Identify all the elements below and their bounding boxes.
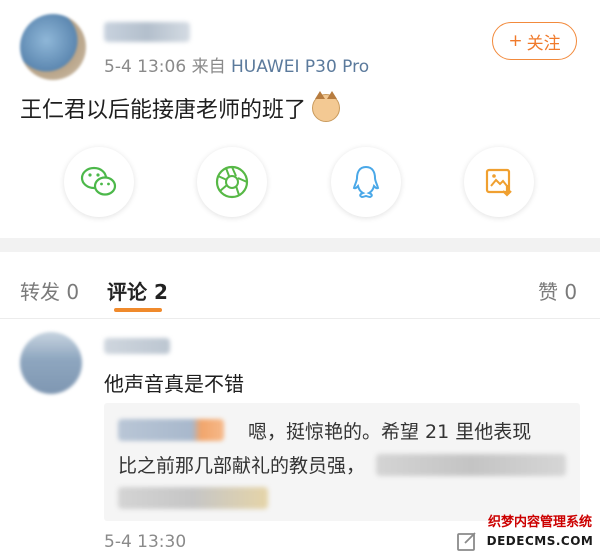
reply-text-blurred-2	[118, 487, 268, 509]
commenter-name-blurred[interactable]	[104, 338, 170, 354]
cat-emoji-icon	[312, 91, 341, 122]
active-tab-indicator	[114, 308, 162, 312]
watermark-line1: 织梦内容管理系统	[487, 515, 592, 530]
tab-repost-count: 0	[66, 280, 80, 304]
tab-comments-count: 2	[153, 280, 168, 304]
share-qq-button[interactable]	[331, 147, 401, 217]
post-header: 5-4 13:06 来自 HUAWEI P30 Pro + 关注	[0, 0, 600, 88]
share-row	[0, 145, 600, 225]
save-image-button[interactable]	[464, 147, 534, 217]
moments-icon	[215, 165, 249, 199]
reply-text-line1: 嗯，挺惊艳的。希望 21 里他表现	[248, 421, 532, 443]
tab-repost[interactable]: 转发 0	[20, 276, 79, 305]
qq-icon	[352, 165, 380, 199]
reply-edit-icon[interactable]	[456, 530, 478, 552]
save-image-icon	[485, 168, 512, 197]
reply-author-blurred[interactable]	[118, 419, 224, 441]
post-device[interactable]: HUAWEI P30 Pro	[231, 57, 369, 77]
tab-likes-count: 0	[564, 280, 578, 304]
follow-label: 关注	[526, 33, 561, 54]
tab-comments[interactable]: 评论 2	[107, 276, 168, 305]
section-divider	[0, 238, 600, 252]
comment-text: 他声音真是不错	[104, 372, 244, 396]
watermark: 织梦内容管理系统 DEDECMS.COM	[484, 514, 596, 554]
post-text: 王仁君以后能接唐老师的班了	[20, 98, 307, 123]
reply-text-blurred	[376, 454, 566, 476]
reply-preview[interactable]: 嗯，挺惊艳的。希望 21 里他表现 比之前那几部献礼的教员强，	[104, 403, 580, 521]
interaction-tabs: 转发 0 评论 2 赞 0	[0, 252, 600, 319]
author-name-blurred[interactable]	[104, 22, 190, 42]
wechat-icon	[80, 166, 117, 196]
post-content: 王仁君以后能接唐老师的班了	[20, 91, 341, 124]
share-wechat-button[interactable]	[64, 147, 134, 217]
commenter-avatar[interactable]	[20, 332, 82, 394]
plus-icon: +	[508, 31, 523, 51]
share-moments-button[interactable]	[197, 147, 267, 217]
tab-repost-label: 转发	[20, 280, 60, 304]
reply-text-line2: 比之前那几部献礼的教员强，	[118, 455, 366, 477]
tab-comments-label: 评论	[107, 280, 147, 304]
post-time: 5-4 13:06	[104, 57, 187, 77]
post-meta: 5-4 13:06 来自 HUAWEI P30 Pro	[104, 52, 369, 77]
post-source-prefix: 来自	[191, 57, 226, 77]
tab-likes[interactable]: 赞 0	[538, 276, 577, 305]
comment-time: 5-4 13:30	[104, 532, 187, 552]
tab-likes-label: 赞	[538, 280, 558, 304]
author-avatar[interactable]	[20, 14, 86, 80]
follow-button[interactable]: + 关注	[492, 22, 577, 60]
watermark-line2: DEDECMS.COM	[486, 534, 594, 548]
